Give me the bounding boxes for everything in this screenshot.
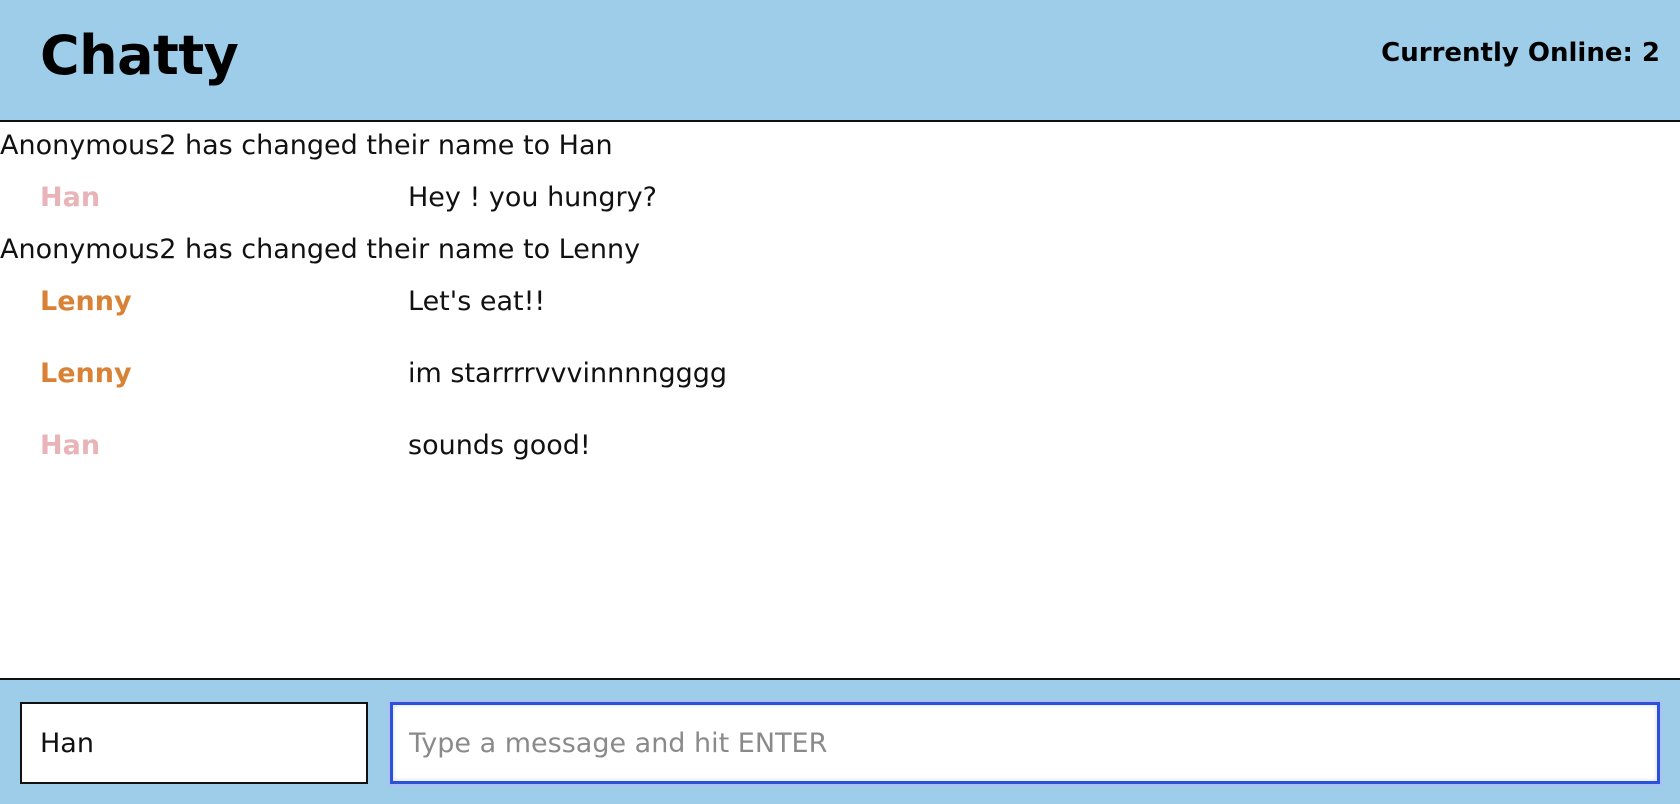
- message-text: Let's eat!!: [408, 286, 546, 317]
- message-text: sounds good!: [408, 430, 591, 461]
- message-input[interactable]: [390, 702, 1660, 784]
- header-bar: Chatty Currently Online: 2: [0, 0, 1680, 122]
- composer-bar: [0, 678, 1680, 804]
- system-message: Anonymous2 has changed their name to Len…: [0, 234, 641, 265]
- system-message: Anonymous2 has changed their name to Han: [0, 130, 613, 161]
- message-author: Han: [40, 430, 101, 461]
- message-author: Lenny: [40, 286, 132, 317]
- chat-app: Chatty Currently Online: 2 Anonymous2 ha…: [0, 0, 1680, 804]
- message-text: im starrrrvvvinnnngggg: [408, 358, 728, 389]
- message-author: Han: [40, 182, 101, 213]
- app-title: Chatty: [40, 24, 239, 87]
- message-text: Hey ! you hungry?: [408, 182, 657, 213]
- message-list: Anonymous2 has changed their name to Han…: [0, 122, 1680, 678]
- message-author: Lenny: [40, 358, 132, 389]
- username-input[interactable]: [20, 702, 368, 784]
- online-count: Currently Online: 2: [1381, 38, 1660, 68]
